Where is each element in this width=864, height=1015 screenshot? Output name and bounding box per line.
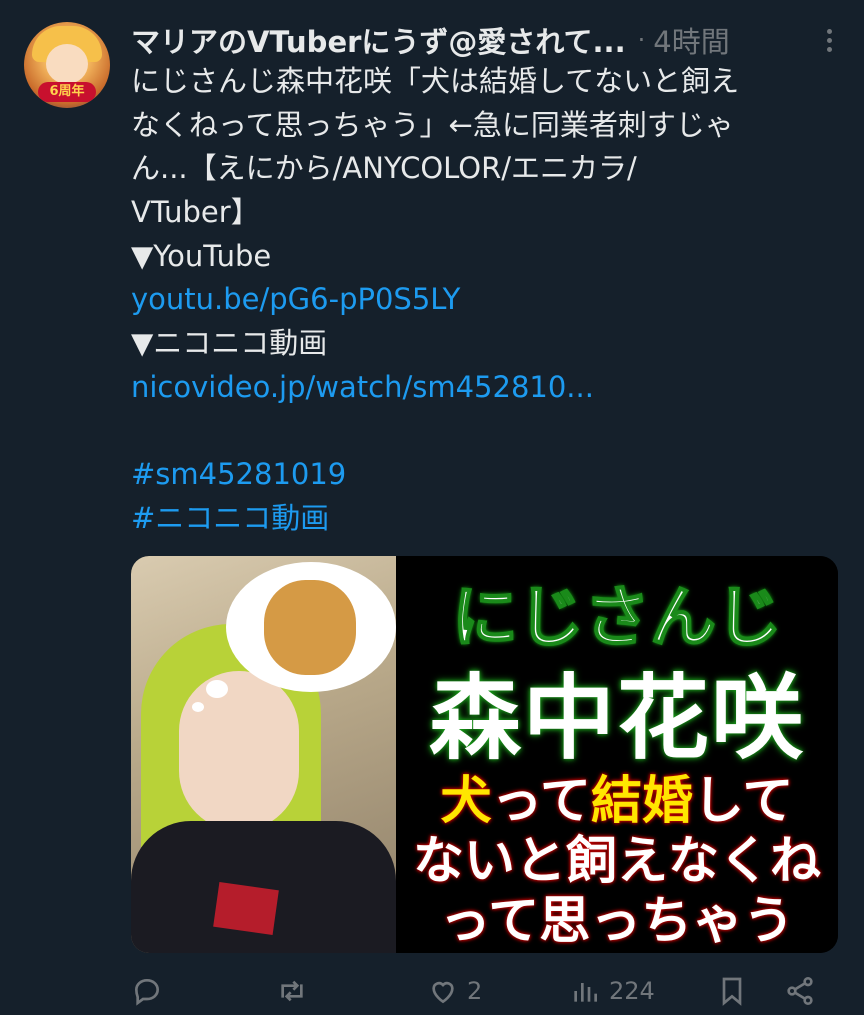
views-chart-icon bbox=[574, 983, 597, 1002]
views-button[interactable]: 224 bbox=[569, 975, 655, 1007]
media-thumbnail[interactable]: にじさんじ 森中花咲 犬って結婚して ないと飼えなくね って思っちゃう bbox=[131, 556, 838, 953]
thumbnail-quote: 犬って結婚して ないと飼えなくね って思っちゃう bbox=[396, 772, 838, 952]
tweet-text: にじさんじ森中花咲「犬は結婚してないと飼え なくねって思っちゃう」←急に同業者刺… bbox=[131, 60, 841, 541]
retweet-icon bbox=[281, 980, 303, 1002]
retweet-button[interactable] bbox=[276, 975, 316, 1007]
tweet-line: ▼YouTube bbox=[131, 238, 272, 273]
quote-highlight: 結婚 bbox=[590, 772, 693, 831]
tweet-line: にじさんじ森中花咲「犬は結婚してないと飼え bbox=[131, 64, 740, 98]
more-options-icon[interactable] bbox=[817, 24, 841, 56]
hashtag-niconico-link[interactable]: #ニコニコ動画 bbox=[131, 497, 841, 541]
action-bar: 2 224 bbox=[131, 975, 841, 1015]
bubble-dot bbox=[192, 702, 204, 712]
author-name[interactable]: マリアのVTuberにうず@愛されて... bbox=[131, 19, 626, 61]
tweet-header: マリアのVTuberにうず@愛されて... · 4時間 bbox=[131, 20, 841, 60]
bookmark-button[interactable] bbox=[716, 975, 748, 1007]
timestamp[interactable]: 4時間 bbox=[653, 19, 729, 61]
girl-face bbox=[179, 671, 299, 831]
quote-line3: って思っちゃう bbox=[439, 892, 795, 951]
views-count: 224 bbox=[609, 977, 655, 1005]
avatar-anniversary-badge: 6周年 bbox=[38, 82, 96, 102]
thumbnail-text-pane: にじさんじ 森中花咲 犬って結婚して ないと飼えなくね って思っちゃう bbox=[396, 556, 838, 953]
reply-icon bbox=[134, 978, 160, 1006]
red-scarf bbox=[213, 882, 279, 935]
separator-dot: · bbox=[637, 26, 646, 54]
tweet-line: ▼ニコニコ動画 bbox=[131, 326, 328, 361]
bookmark-icon bbox=[722, 977, 742, 1006]
youtube-link[interactable]: youtu.be/pG6-pP0S5LY bbox=[131, 278, 841, 322]
share-button[interactable] bbox=[784, 975, 816, 1007]
thumbnail-title-line2: 森中花咲 bbox=[428, 665, 805, 772]
reply-button[interactable] bbox=[131, 975, 171, 1007]
avatar[interactable]: 6周年 bbox=[24, 22, 110, 108]
dog-image bbox=[264, 580, 356, 675]
tweet-line: VTuber】 bbox=[131, 195, 260, 230]
share-icon bbox=[787, 977, 813, 1005]
quote-text: って bbox=[491, 772, 591, 831]
quote-line2: ないと飼えなくね bbox=[412, 832, 821, 891]
heart-icon bbox=[432, 981, 454, 1004]
nicovideo-link[interactable]: nicovideo.jp/watch/sm452810... bbox=[131, 366, 841, 410]
like-count: 2 bbox=[467, 977, 483, 1005]
avatar-face bbox=[46, 44, 88, 84]
quote-highlight: 犬 bbox=[440, 772, 492, 831]
tweet-line: なくねって思っちゃう」←急に同業者刺すじゃ bbox=[131, 107, 734, 142]
tweet-line: ん...【えにから/ANYCOLOR/エニカラ/ bbox=[131, 151, 637, 186]
thought-bubble bbox=[192, 562, 396, 712]
bubble-dot bbox=[206, 680, 228, 698]
quote-text: して bbox=[693, 772, 794, 831]
thumbnail-photo bbox=[131, 556, 396, 953]
hashtag-sm-link[interactable]: #sm45281019 bbox=[131, 453, 841, 497]
like-button[interactable]: 2 bbox=[427, 975, 482, 1007]
